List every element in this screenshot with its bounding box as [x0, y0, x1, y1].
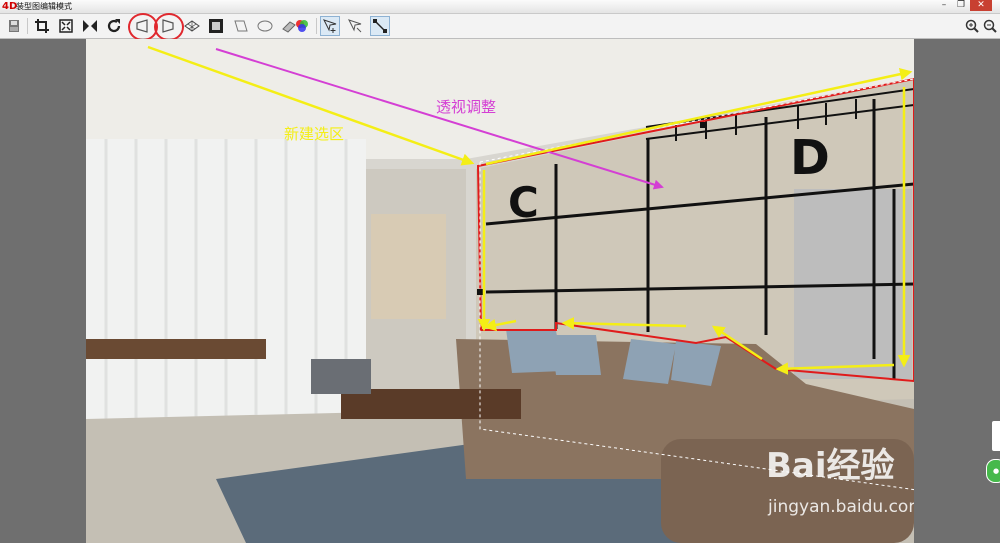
- restore-button[interactable]: ❐: [953, 0, 969, 11]
- grid-plane-icon[interactable]: [182, 16, 202, 36]
- add-region-icon[interactable]: [320, 16, 340, 36]
- fit-frame-icon[interactable]: [56, 16, 76, 36]
- frame-fill-icon[interactable]: [206, 16, 226, 36]
- title-bar: 4D 装型图编辑模式 – ❐ ✕: [0, 0, 1000, 14]
- parallelogram-icon[interactable]: [231, 16, 251, 36]
- minimize-button[interactable]: –: [936, 0, 952, 11]
- perspective-right-icon[interactable]: [154, 13, 184, 41]
- edit-region-icon[interactable]: [345, 16, 365, 36]
- wall-letter-c: C: [508, 178, 539, 227]
- zoom-in-icon[interactable]: [962, 16, 982, 36]
- color-wheel-icon[interactable]: [292, 16, 312, 36]
- resize-arrow-icon[interactable]: [370, 16, 390, 36]
- floating-badge-icon[interactable]: ●: [986, 459, 1000, 483]
- ellipse-icon[interactable]: [255, 16, 275, 36]
- close-button[interactable]: ✕: [970, 0, 992, 11]
- room-photo-canvas[interactable]: 新建选区 透视调整 C D Bai经验 jingyan.baidu.com: [86, 39, 914, 543]
- desk: [86, 339, 266, 359]
- watermark-url: jingyan.baidu.com: [767, 497, 914, 517]
- wall-shelves: [371, 214, 446, 319]
- toolbar-separator: [27, 18, 28, 34]
- label-new-selection: 新建选区: [284, 125, 344, 143]
- watermark-brand: Bai经验: [766, 446, 895, 486]
- mirror-icon[interactable]: [80, 16, 100, 36]
- label-perspective-adjust: 透视调整: [436, 98, 496, 116]
- toolbar: [0, 13, 1000, 41]
- wall-letter-d: D: [790, 130, 830, 186]
- zoom-out-icon[interactable]: [980, 16, 1000, 36]
- perspective-left-icon[interactable]: [128, 13, 158, 41]
- lounge-chair: [311, 359, 371, 394]
- window-title: 装型图编辑模式: [16, 2, 72, 11]
- window-controls: – ❐ ✕: [936, 0, 992, 11]
- app-logo: 4D: [2, 1, 18, 12]
- toolbar-separator: [316, 18, 317, 34]
- workspace: 新建选区 透视调整 C D Bai经验 jingyan.baidu.com ●: [0, 39, 1000, 543]
- scrollbar-thumb[interactable]: [992, 421, 1000, 451]
- save-icon[interactable]: [4, 16, 24, 36]
- crop-icon[interactable]: [32, 16, 52, 36]
- rotate-icon[interactable]: [104, 16, 124, 36]
